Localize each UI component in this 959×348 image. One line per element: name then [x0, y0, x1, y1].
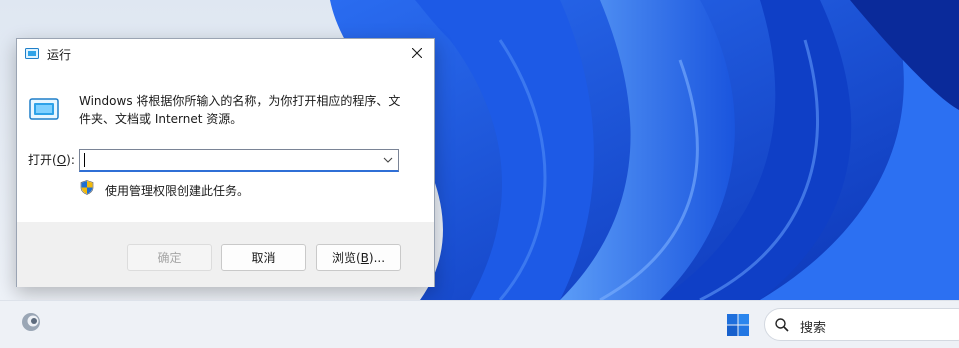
run-app-icon [25, 48, 39, 59]
dialog-button-bar: 确定 取消 浏览(B)... [17, 222, 434, 287]
open-label: 打开(O): [28, 153, 75, 167]
admin-note: 使用管理权限创建此任务。 [105, 184, 250, 198]
cancel-button[interactable]: 取消 [221, 244, 306, 271]
chevron-down-icon[interactable] [383, 155, 393, 165]
dialog-titlebar[interactable]: 运行 [17, 39, 434, 69]
close-button[interactable] [400, 39, 434, 67]
close-icon [412, 48, 422, 58]
dialog-description: Windows 将根据你所输入的名称，为你打开相应的程序、文件夹、文档或 Int… [79, 94, 401, 126]
run-dialog: 运行 Windows 将根据你所输入的名称，为你打开相应的程序、文件夹、文档或 … [16, 38, 435, 287]
dialog-title: 运行 [47, 48, 72, 62]
shield-icon [80, 180, 94, 195]
windows-start-icon[interactable] [727, 314, 749, 336]
run-app-icon [29, 98, 59, 120]
search-placeholder: 搜索 [800, 321, 827, 336]
browse-button[interactable]: 浏览(B)... [316, 244, 401, 271]
open-combobox[interactable] [79, 149, 399, 172]
text-caret [84, 153, 85, 167]
taskbar-search-box[interactable]: 搜索 [764, 308, 959, 341]
taskbar: 搜索 [0, 300, 959, 348]
copilot-icon[interactable] [20, 311, 42, 333]
open-input[interactable] [84, 152, 374, 168]
search-icon [775, 318, 789, 332]
ok-button[interactable]: 确定 [127, 244, 212, 271]
